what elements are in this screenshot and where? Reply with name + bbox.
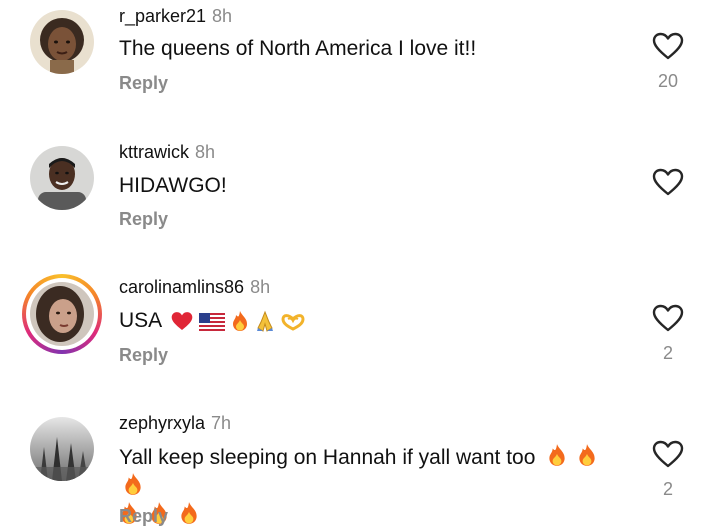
reply-button[interactable]: Reply xyxy=(119,72,168,94)
like-count: 2 xyxy=(662,479,673,499)
username[interactable]: zephyrxyla xyxy=(119,413,205,433)
timestamp: 8h xyxy=(212,6,233,26)
avatar[interactable] xyxy=(30,146,94,210)
comment-text: The queens of North America I love it!! xyxy=(119,37,477,60)
folded-hands-icon xyxy=(257,310,274,332)
fire-icon xyxy=(579,444,595,466)
username[interactable]: carolinamlins86 xyxy=(119,277,244,297)
avatar[interactable] xyxy=(30,10,94,74)
heart-outline-icon[interactable] xyxy=(652,32,684,60)
story-ring[interactable] xyxy=(22,274,102,354)
reply-button[interactable]: Reply xyxy=(119,344,168,366)
heart-outline-icon[interactable] xyxy=(652,304,684,332)
fire-icon xyxy=(181,502,197,524)
timestamp: 8h xyxy=(195,142,216,162)
fire-icon xyxy=(232,311,247,331)
like-count: 20 xyxy=(657,71,679,91)
emoji-row xyxy=(171,310,305,334)
heart-hands-icon xyxy=(281,314,305,331)
timestamp: 7h xyxy=(211,413,232,433)
comment-meta: kttrawick 8h xyxy=(119,141,215,163)
heart-outline-icon[interactable] xyxy=(652,168,684,196)
fire-icon xyxy=(549,444,565,466)
comment-text-body: Yall keep sleeping on Hannah if yall wan… xyxy=(119,446,536,469)
timestamp: 8h xyxy=(250,277,271,297)
us-flag-icon xyxy=(198,313,225,331)
comment-text: HIDAWGO! xyxy=(119,174,227,197)
comment-text: USA xyxy=(119,307,619,335)
heart-outline-icon[interactable] xyxy=(652,440,684,468)
comment-meta: carolinamlins86 8h xyxy=(119,276,270,298)
reply-button[interactable]: Reply xyxy=(119,505,168,527)
red-heart-icon xyxy=(171,312,193,330)
comment-meta: zephyrxyla 7h xyxy=(119,412,231,434)
username[interactable]: r_parker21 xyxy=(119,6,206,26)
comment-meta: r_parker21 8h xyxy=(119,5,232,27)
reply-button[interactable]: Reply xyxy=(119,208,168,230)
avatar[interactable] xyxy=(30,417,94,481)
fire-icon xyxy=(125,473,141,495)
like-count: 2 xyxy=(662,343,673,363)
comment-text: Yall keep sleeping on Hannah if yall wan… xyxy=(119,443,619,530)
username[interactable]: kttrawick xyxy=(119,142,189,162)
comment-text-body: USA xyxy=(119,309,162,332)
avatar[interactable] xyxy=(30,282,94,346)
